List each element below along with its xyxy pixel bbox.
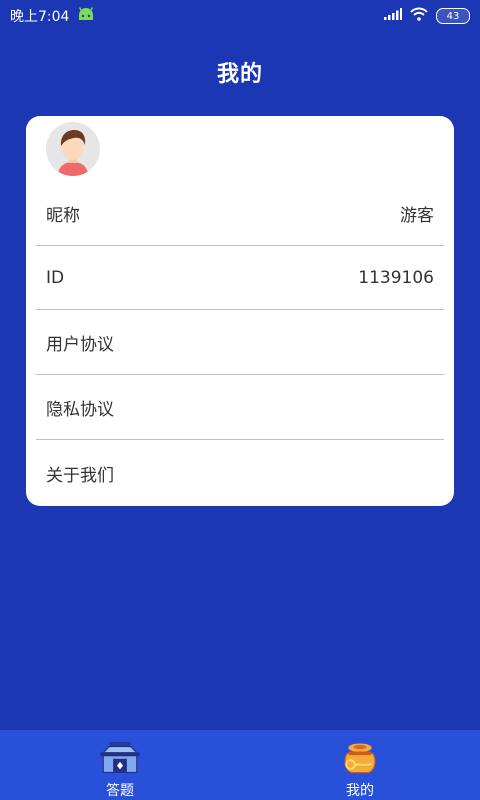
user-agreement-label: 用户协议 bbox=[46, 335, 114, 355]
status-bar-right: 43 bbox=[384, 7, 470, 25]
profile-row-user-agreement[interactable]: 用户协议 bbox=[36, 311, 444, 375]
privacy-policy-label: 隐私协议 bbox=[46, 400, 114, 420]
page-title: 我的 bbox=[216, 62, 263, 87]
nickname-label: 昵称 bbox=[46, 206, 80, 226]
tab-mine[interactable]: 我的 bbox=[240, 730, 480, 800]
profile-row-about-us[interactable]: 关于我们 bbox=[36, 441, 444, 505]
signal-icon bbox=[384, 8, 402, 24]
tab-quiz-label: 答题 bbox=[106, 783, 134, 799]
nickname-value: 游客 bbox=[400, 206, 434, 226]
bottom-tab-bar: 答题 我的 bbox=[0, 730, 480, 800]
user-avatar-icon bbox=[46, 122, 100, 176]
temple-icon bbox=[100, 742, 140, 774]
about-us-label: 关于我们 bbox=[46, 465, 114, 486]
tab-mine-label: 我的 bbox=[346, 783, 374, 799]
status-bar: 晚上7:04 43 bbox=[0, 0, 480, 32]
profile-card: 昵称 游客 ID 1139106 用户协议 隐私协议 关于我们 bbox=[26, 116, 454, 506]
tab-quiz[interactable]: 答题 bbox=[0, 730, 240, 800]
wifi-icon bbox=[410, 7, 428, 25]
profile-row-privacy-policy[interactable]: 隐私协议 bbox=[36, 376, 444, 440]
avatar[interactable] bbox=[46, 122, 100, 176]
battery-indicator: 43 bbox=[436, 8, 470, 24]
id-label: ID bbox=[46, 267, 65, 288]
money-bag-icon bbox=[344, 743, 376, 774]
android-icon bbox=[77, 7, 95, 25]
profile-row-nickname[interactable]: 昵称 游客 bbox=[36, 182, 444, 246]
status-time: 晚上7:04 bbox=[10, 9, 70, 25]
status-bar-left: 晚上7:04 bbox=[10, 6, 95, 26]
profile-row-id[interactable]: ID 1139106 bbox=[36, 246, 444, 310]
id-value: 1139106 bbox=[358, 267, 434, 288]
